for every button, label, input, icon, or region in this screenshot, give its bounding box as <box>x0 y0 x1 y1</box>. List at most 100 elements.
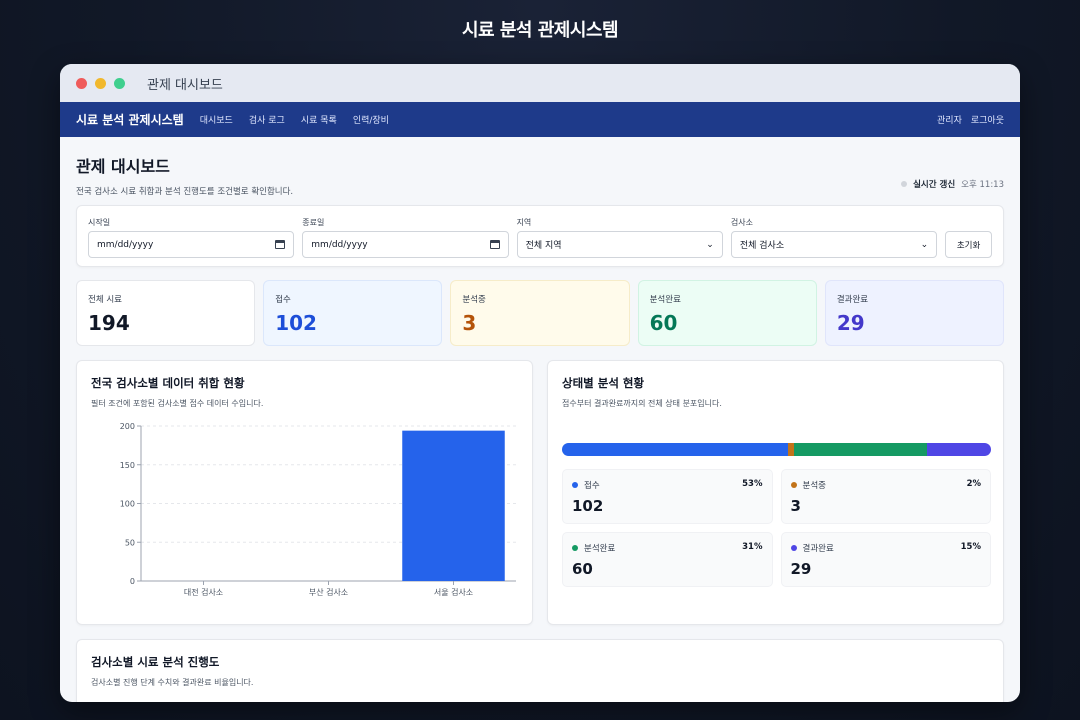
lab-bar-chart-card: 전국 검사소별 데이터 취합 현황 필터 조건에 포함된 검사소별 접수 데이터… <box>76 360 533 625</box>
stacked-bar-segment <box>562 443 788 456</box>
calendar-icon[interactable] <box>489 240 500 249</box>
lab-label: 검사소 <box>730 218 753 227</box>
y-tick-label: 0 <box>130 577 135 586</box>
stat-value: 3 <box>462 311 477 335</box>
nav-link-dashboard[interactable]: 대시보드 <box>200 113 233 126</box>
window-title: 관제 대시보드 <box>147 77 223 93</box>
window-titlebar: 관제 대시보드 <box>60 64 1020 102</box>
x-tick-label: 서울 검사소 <box>434 587 473 597</box>
nav-user-admin[interactable]: 관리자 <box>937 113 962 126</box>
region-value: 전체 지역 <box>525 241 562 251</box>
status-value: 29 <box>790 560 812 578</box>
reset-button[interactable]: 초기화 <box>945 231 992 258</box>
status-value: 102 <box>572 497 604 515</box>
status-percent: 15% <box>960 542 981 552</box>
status-box-analyzing: 분석중 2% 3 <box>780 469 991 524</box>
y-tick-label: 200 <box>120 422 135 431</box>
progress-card-title: 검사소별 시료 분석 진행도 <box>91 655 220 669</box>
stat-card-analyzed: 분석완료 60 <box>637 280 817 346</box>
status-percent: 53% <box>742 479 763 489</box>
progress-card-subtitle: 검사소별 진행 단계 수치와 결과완료 비율입니다. <box>91 678 254 687</box>
y-tick-label: 100 <box>120 500 135 509</box>
region-select[interactable]: 전체 지역 ⌄ <box>516 231 723 258</box>
status-value: 60 <box>572 560 593 578</box>
nav-link-staff-equipment[interactable]: 인력/장비 <box>353 113 389 126</box>
stat-cards: 전체 시료 194 접수 102 분석중 3 분석완료 60 결과완료 29 <box>76 280 1005 346</box>
status-label: 분석중 <box>802 481 826 491</box>
app-window: 관제 대시보드 시료 분석 관제시스템 대시보드 검사 로그 시료 목록 인력/… <box>60 64 1020 702</box>
stat-label: 접수 <box>275 295 291 305</box>
lab-group: 검사소 전체 검사소 ⌄ <box>730 217 938 258</box>
status-dot <box>790 482 797 488</box>
minimize-window-button[interactable] <box>95 77 106 89</box>
status-stacked-bar <box>562 443 991 456</box>
status-card-title: 상태별 분석 현황 <box>562 376 645 390</box>
end-date-value: mm/dd/yyyy <box>311 239 368 250</box>
close-window-button[interactable] <box>76 77 87 89</box>
start-date-input[interactable]: mm/dd/yyyy <box>88 231 295 258</box>
stat-value: 194 <box>88 311 130 335</box>
page-title: 시료 분석 관제시스템 <box>461 20 619 41</box>
start-date-label: 시작일 <box>88 218 111 227</box>
logout-link[interactable]: 로그아웃 <box>971 113 1004 126</box>
x-tick-label: 대전 검사소 <box>184 587 223 597</box>
stat-label: 전체 시료 <box>88 295 122 305</box>
brand-logo[interactable]: 시료 분석 관제시스템 <box>76 111 184 128</box>
status-dot <box>572 482 578 488</box>
status-dot <box>572 545 578 551</box>
lab-progress-card: 검사소별 시료 분석 진행도 검사소별 진행 단계 수치와 결과완료 비율입니다… <box>76 639 1004 702</box>
status-card-subtitle: 접수부터 결과완료까지의 전체 상태 분포입니다. <box>562 399 722 408</box>
status-percent: 31% <box>742 542 763 552</box>
stat-label: 결과완료 <box>836 295 869 305</box>
nav-link-sample-list[interactable]: 시료 목록 <box>301 113 337 126</box>
dashboard-header: 관제 대시보드 전국 검사소 시료 취합과 분석 진행도를 조건별로 확인합니다… <box>76 153 1004 205</box>
bar-chart-subtitle: 필터 조건에 포함된 검사소별 접수 데이터 수입니다. <box>91 399 264 408</box>
dashboard-title: 관제 대시보드 <box>76 157 170 176</box>
stat-label: 분석중 <box>462 295 486 305</box>
nav-link-inspection-log[interactable]: 검사 로그 <box>249 113 285 126</box>
end-date-input[interactable]: mm/dd/yyyy <box>302 231 509 258</box>
status-label: 결과완료 <box>802 544 834 554</box>
stat-label: 분석완료 <box>649 295 681 305</box>
status-distribution-card: 상태별 분석 현황 접수부터 결과완료까지의 전체 상태 분포입니다. 접수 5… <box>547 360 1004 625</box>
filter-panel: 시작일 mm/dd/yyyy 종료일 mm/dd/yyyy 지역 전체 지역 ⌄ <box>76 205 1004 267</box>
calendar-icon[interactable] <box>275 240 286 249</box>
chart-row: 전국 검사소별 데이터 취합 현황 필터 조건에 포함된 검사소별 접수 데이터… <box>76 360 1004 625</box>
dashboard-subtitle: 전국 검사소 시료 취합과 분석 진행도를 조건별로 확인합니다. <box>76 187 294 197</box>
stat-card-total: 전체 시료 194 <box>76 280 256 346</box>
live-indicator-dot <box>901 181 908 187</box>
live-label: 실시간 갱신 <box>913 180 956 190</box>
status-dot <box>790 545 797 551</box>
lab-value: 전체 검사소 <box>739 241 785 251</box>
status-grid: 접수 53% 102 분석중 2% 3 분석완료 31% 60 결과완료 15%… <box>562 469 991 587</box>
stacked-bar-segment <box>926 443 991 456</box>
end-date-group: 종료일 mm/dd/yyyy <box>302 217 509 258</box>
stat-card-received: 접수 102 <box>263 280 443 346</box>
stat-value: 102 <box>275 311 317 335</box>
bar-chart: 0 50 100 150 200 대전 검사소 부산 검사소 서울 검사소 <box>120 422 516 597</box>
x-tick-label: 부산 검사소 <box>309 587 348 597</box>
stat-card-analyzing: 분석중 3 <box>450 280 630 346</box>
status-percent: 2% <box>966 479 981 489</box>
status-label: 분석완료 <box>584 544 616 554</box>
status-value: 3 <box>790 497 801 515</box>
end-date-label: 종료일 <box>302 218 325 227</box>
bar <box>402 430 505 581</box>
chevron-down-icon: ⌄ <box>706 239 714 250</box>
stat-card-result-done: 결과완료 29 <box>824 280 1005 346</box>
chevron-down-icon: ⌄ <box>920 239 929 250</box>
status-label: 접수 <box>584 481 600 491</box>
status-box-received: 접수 53% 102 <box>562 469 773 524</box>
start-date-group: 시작일 mm/dd/yyyy <box>88 217 295 258</box>
region-label: 지역 <box>516 218 532 227</box>
region-group: 지역 전체 지역 ⌄ <box>516 217 723 258</box>
start-date-value: mm/dd/yyyy <box>97 239 154 250</box>
bar-chart-title: 전국 검사소별 데이터 취합 현황 <box>91 376 245 390</box>
lab-select[interactable]: 전체 검사소 ⌄ <box>730 231 938 258</box>
status-box-analyzed: 분석완료 31% 60 <box>562 532 773 587</box>
y-tick-label: 50 <box>125 538 135 547</box>
stat-value: 29 <box>836 311 865 335</box>
y-tick-label: 150 <box>120 461 135 470</box>
live-time: 오후 11:13 <box>961 180 1004 190</box>
maximize-window-button[interactable] <box>114 77 125 89</box>
